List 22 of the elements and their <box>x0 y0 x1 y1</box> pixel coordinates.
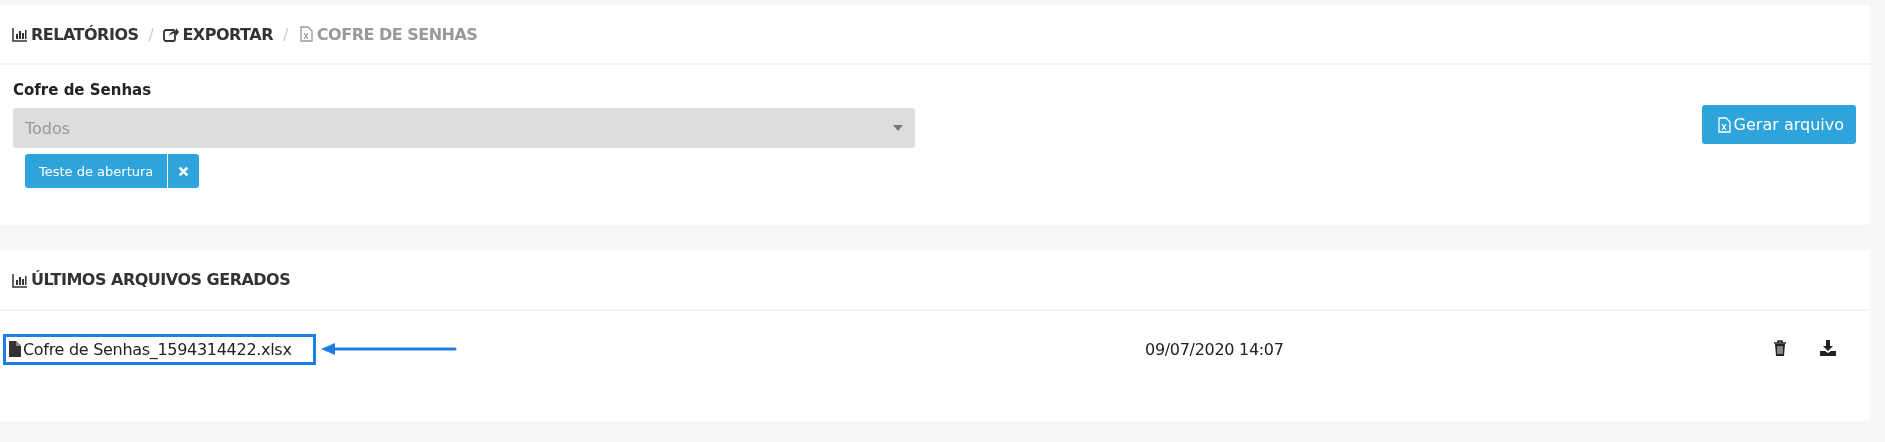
bar-chart-icon <box>12 26 28 42</box>
download-icon <box>1820 340 1836 356</box>
tag-chip: Teste de abertura <box>25 154 169 188</box>
breadcrumb-link[interactable]: EXPORTAR <box>182 24 273 44</box>
section-title: ÚLTIMOS ARQUIVOS GERADOS <box>31 270 291 289</box>
excel-file-icon <box>1715 116 1732 133</box>
caret-icon <box>893 125 903 131</box>
trash-icon <box>1772 340 1788 356</box>
file-name-link[interactable]: Cofre de Senhas_1594314422.xlsx <box>3 333 316 365</box>
file-icon <box>9 341 21 357</box>
placeholder-text: Todos <box>25 118 71 138</box>
share-icon <box>163 26 180 42</box>
remove-tag-button[interactable] <box>168 154 200 188</box>
bar-chart-icon <box>12 271 28 288</box>
breadcrumb-separator: / <box>282 24 288 44</box>
excel-file-icon <box>297 26 314 42</box>
close-icon <box>178 165 190 177</box>
breadcrumb-separator: / <box>148 24 154 44</box>
field-label: Cofre de Senhas <box>13 81 153 100</box>
download-button[interactable] <box>1820 340 1838 358</box>
date-text: 09/07/2020 14:07 <box>1145 339 1284 359</box>
breadcrumb-link[interactable]: RELATÓRIOS <box>31 24 139 44</box>
